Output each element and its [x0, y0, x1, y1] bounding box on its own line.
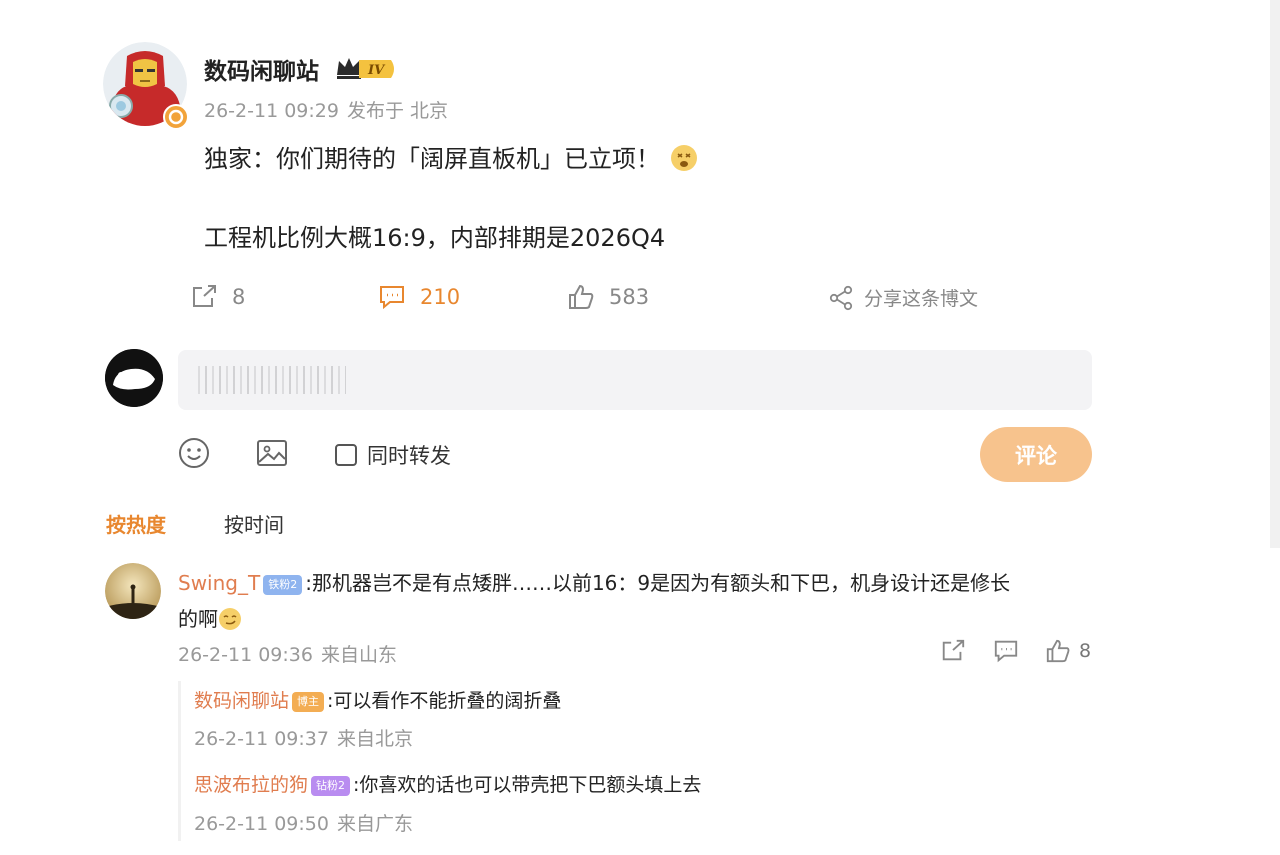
- diamond-fan-badge: 钻粉2: [311, 776, 351, 796]
- author-name[interactable]: 数码闲聊站: [204, 52, 319, 86]
- comment-line1: Swing_T 铁粉2:那机器岂不是有点矮胖……以前16：9是因为有额头和下巴，机…: [178, 567, 1010, 596]
- image-icon: [257, 440, 287, 466]
- reply-2-date: 26-2-11 09:50: [194, 813, 329, 835]
- like-button[interactable]: 583: [567, 284, 649, 310]
- reply-2: 思波布拉的狗 钻粉2:你喜欢的话也可以带壳把下巴额头填上去: [194, 770, 701, 797]
- image-upload-button[interactable]: [256, 437, 288, 473]
- blogger-badge: 博主: [292, 692, 325, 712]
- silhouette-avatar-image: [105, 563, 161, 619]
- scrollbar-track[interactable]: [1270, 0, 1280, 548]
- like-count: 583: [609, 285, 650, 309]
- level-badge-text: IV: [367, 63, 386, 78]
- share-icon: [829, 285, 853, 310]
- comment-count: 210: [420, 285, 461, 309]
- comment-like-button[interactable]: [1045, 638, 1071, 668]
- reply-2-username[interactable]: 思波布拉的狗: [194, 774, 308, 796]
- comment-date: 26-2-11 09:36: [178, 644, 313, 666]
- sort-by-hot-tab[interactable]: 按热度: [106, 509, 166, 538]
- repost-icon: [942, 639, 965, 661]
- post-meta: 26-2-11 09:29 发布于 北京: [204, 96, 448, 123]
- reply-2-location: 来自广东: [336, 813, 413, 835]
- post-text-line2: 工程机比例大概16:9，内部排期是2026Q4: [204, 224, 666, 252]
- reply-1-location: 来自北京: [336, 728, 413, 750]
- commenter-avatar[interactable]: [105, 563, 161, 619]
- submit-comment-button[interactable]: 评论: [980, 427, 1092, 482]
- blurred-draft-text: [198, 366, 346, 394]
- repost-checkbox[interactable]: 同时转发: [335, 440, 451, 470]
- repost-button[interactable]: 8: [190, 284, 245, 310]
- user-avatar-image: [105, 349, 163, 407]
- comment-icon: [994, 640, 1018, 663]
- post-text-line1-content: 独家：你们期待的「阔屏直板机」已立项！: [204, 145, 660, 173]
- comment-icon: [380, 286, 404, 310]
- reply-1-username[interactable]: 数码闲聊站: [194, 690, 289, 712]
- checkbox-box[interactable]: [335, 444, 357, 466]
- reply-1: 数码闲聊站 博主:可以看作不能折叠的阔折叠: [194, 686, 561, 713]
- post-location: 发布于 北京: [346, 100, 448, 122]
- comment-button[interactable]: 210: [378, 284, 460, 310]
- dizzy-face-emoji-icon: [670, 144, 698, 172]
- comment-text-line2: 的啊: [178, 607, 218, 631]
- comment-location: 来自山东: [320, 644, 397, 666]
- thumbs-up-icon: [1046, 639, 1070, 663]
- reply-1-date: 26-2-11 09:37: [194, 728, 329, 750]
- post-date: 26-2-11 09:29: [204, 100, 339, 122]
- reply-thread-bar: [178, 681, 181, 841]
- comment-username[interactable]: Swing_T: [178, 571, 260, 595]
- my-avatar[interactable]: [105, 349, 163, 407]
- repost-icon: [193, 285, 216, 307]
- reply-2-meta: 26-2-11 09:50 来自广东: [194, 809, 413, 836]
- comment-meta: 26-2-11 09:36 来自山东: [178, 640, 397, 667]
- verified-badge-icon: [163, 104, 189, 130]
- smirk-emoji-icon: [218, 607, 242, 631]
- comment-reply-button[interactable]: [993, 638, 1019, 668]
- comment-repost-button[interactable]: [940, 638, 966, 668]
- smiley-icon: [179, 438, 209, 468]
- fan-badge: 铁粉2: [263, 575, 303, 595]
- post-text-line1: 独家：你们期待的「阔屏直板机」已立项！: [204, 139, 698, 174]
- comment-like-count: 8: [1079, 640, 1092, 662]
- comment-text-line1: :那机器岂不是有点矮胖……以前16：9是因为有额头和下巴，机身设计还是修长: [305, 571, 1011, 595]
- emoji-picker-button[interactable]: [178, 437, 210, 473]
- repost-count: 8: [232, 285, 246, 309]
- comment-line2: 的啊: [178, 603, 242, 632]
- repost-checkbox-label: 同时转发: [367, 444, 451, 468]
- reply-2-text: :你喜欢的话也可以带壳把下巴额头填上去: [353, 774, 702, 796]
- sort-by-time-tab[interactable]: 按时间: [224, 509, 284, 538]
- level-crown-badge: IV: [335, 55, 399, 87]
- reply-1-text: :可以看作不能折叠的阔折叠: [327, 690, 562, 712]
- reply-1-meta: 26-2-11 09:37 来自北京: [194, 724, 413, 751]
- share-label: 分享这条博文: [864, 288, 979, 310]
- share-button[interactable]: 分享这条博文: [828, 284, 978, 311]
- thumbs-up-icon: [569, 284, 594, 309]
